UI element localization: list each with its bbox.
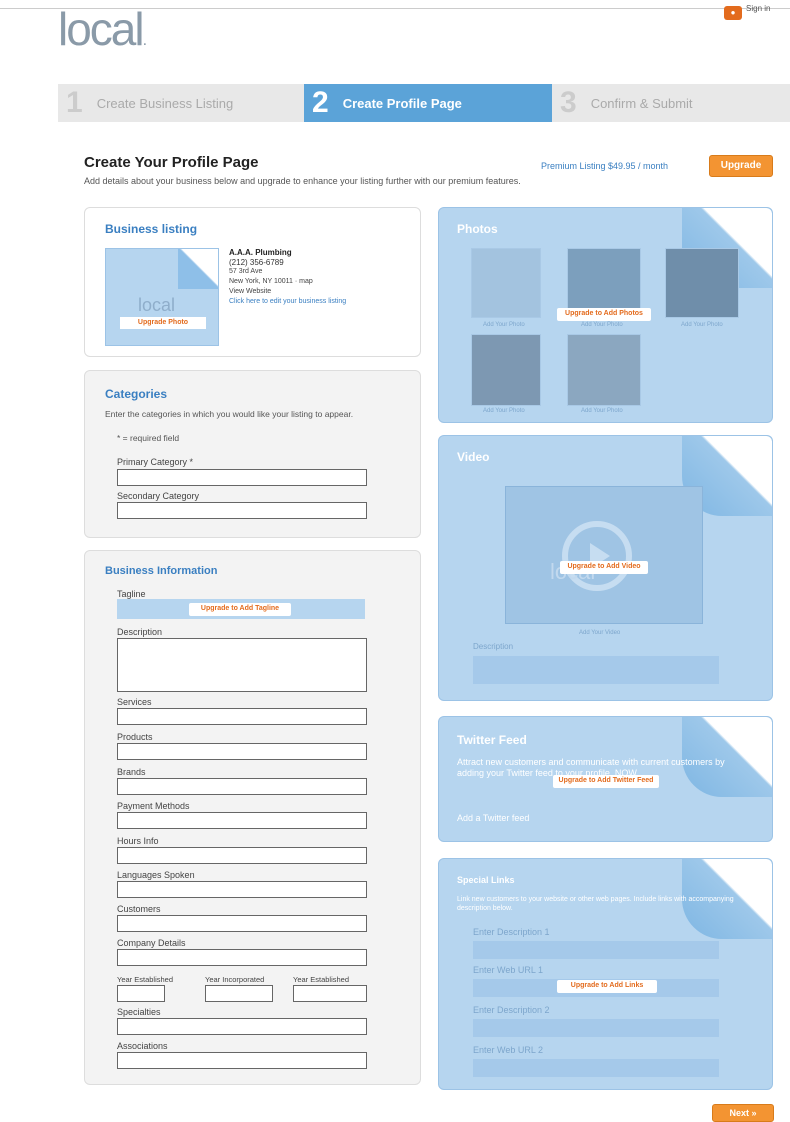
specialties-field[interactable]	[117, 1018, 367, 1035]
signin-link[interactable]: Sign in	[746, 4, 770, 13]
add-twitter-link[interactable]: Add a Twitter feed	[457, 813, 529, 823]
step-2[interactable]: 2 Create Profile Page	[304, 84, 552, 122]
upgrade-twitter-button[interactable]: Upgrade to Add Twitter Feed	[553, 775, 659, 788]
services-field[interactable]	[117, 708, 367, 725]
primary-category-label: Primary Category *	[117, 457, 194, 467]
business-listing-panel: Business listing local Upgrade Photo A.A…	[84, 207, 421, 357]
url2-label: Enter Web URL 2	[473, 1045, 544, 1055]
photos-panel: Photos Add Your Photo Add Your Photo Add…	[438, 207, 773, 423]
year-established-field[interactable]	[117, 985, 165, 1002]
business-address1: 57 3rd Ave	[229, 268, 263, 275]
listing-logo: local Upgrade Photo	[105, 248, 219, 346]
required-note: * = required field	[117, 433, 180, 443]
desc1-label: Enter Description 1	[473, 927, 550, 937]
user-icon[interactable]: ●	[724, 6, 742, 20]
special-links-intro: Link new customers to your website or ot…	[457, 896, 734, 912]
photo-thumb	[471, 334, 541, 406]
customers-label: Customers	[117, 904, 161, 914]
desc2-label: Enter Description 2	[473, 1005, 550, 1015]
payment-methods-field[interactable]	[117, 812, 367, 829]
photos-title: Photos	[457, 222, 498, 236]
business-address2: New York, NY 10011 · map	[229, 278, 313, 285]
business-listing-title: Business listing	[105, 222, 198, 236]
upgrade-tagline-button[interactable]: Upgrade to Add Tagline	[189, 603, 291, 616]
associations-label: Associations	[117, 1041, 168, 1051]
description-field[interactable]	[117, 638, 367, 692]
customers-field[interactable]	[117, 915, 367, 932]
languages-field[interactable]	[117, 881, 367, 898]
edit-listing-link[interactable]: Click here to edit your business listing	[229, 298, 346, 305]
year-established-2-label: Year Established	[293, 975, 350, 984]
next-button[interactable]: Next »	[712, 1104, 774, 1122]
company-details-label: Company Details	[117, 938, 186, 948]
primary-category-field[interactable]	[117, 469, 367, 486]
video-panel: Video local Upgrade to Add Video Add You…	[438, 435, 773, 701]
secondary-category-label: Secondary Category	[117, 491, 200, 501]
languages-label: Languages Spoken	[117, 870, 195, 880]
brands-field[interactable]	[117, 778, 367, 795]
business-phone: (212) 356-6789	[229, 258, 284, 267]
twitter-title: Twitter Feed	[457, 733, 527, 747]
video-title: Video	[457, 450, 490, 464]
secondary-category-field[interactable]	[117, 502, 367, 519]
upgrade-links-button[interactable]: Upgrade to Add Links	[557, 980, 657, 993]
url2-field	[473, 1059, 719, 1077]
services-label: Services	[117, 697, 152, 707]
business-info-panel: Business Information Tagline Upgrade to …	[84, 550, 421, 1085]
video-caption: Add Your Video	[579, 630, 621, 636]
year-established-label: Year Established	[117, 975, 174, 984]
view-website-link[interactable]: View Website	[229, 288, 271, 295]
categories-title: Categories	[105, 387, 168, 401]
upgrade-photos-button[interactable]: Upgrade to Add Photos	[557, 308, 651, 321]
year-incorporated-field[interactable]	[205, 985, 273, 1002]
upgrade-photo-button[interactable]: Upgrade Photo	[120, 317, 206, 329]
step-3[interactable]: 3 Confirm & Submit	[552, 84, 790, 122]
business-info-title: Business Information	[105, 565, 218, 577]
desc2-field	[473, 1019, 719, 1037]
photo-thumb	[665, 248, 739, 318]
year-incorporated-label: Year Incorporated	[205, 975, 265, 984]
upgrade-button[interactable]: Upgrade	[709, 155, 773, 177]
hours-info-label: Hours Info	[117, 836, 159, 846]
step-1[interactable]: 1 Create Business Listing	[58, 84, 304, 122]
page-subtitle: Add details about your business below an…	[84, 176, 521, 186]
brands-label: Brands	[117, 767, 146, 777]
photo-thumb	[471, 248, 541, 318]
twitter-panel: Twitter Feed Attract new customers and c…	[438, 716, 773, 842]
categories-panel: Categories Enter the categories in which…	[84, 370, 421, 538]
hours-info-field[interactable]	[117, 847, 367, 864]
tagline-label: Tagline	[117, 589, 146, 599]
video-description-field	[473, 656, 719, 684]
description-label: Description	[117, 627, 163, 637]
specialties-label: Specialties	[117, 1007, 161, 1017]
special-links-panel: Special Links Link new customers to your…	[438, 858, 773, 1090]
upgrade-video-button[interactable]: Upgrade to Add Video	[560, 561, 648, 574]
photo-thumb	[567, 334, 641, 406]
associations-field[interactable]	[117, 1052, 367, 1069]
products-label: Products	[117, 732, 153, 742]
company-details-field[interactable]	[117, 949, 367, 966]
desc1-field	[473, 941, 719, 959]
page-title: Create Your Profile Page	[84, 154, 259, 171]
year-established-2-field[interactable]	[293, 985, 367, 1002]
products-field[interactable]	[117, 743, 367, 760]
video-placeholder: local Upgrade to Add Video	[505, 486, 703, 624]
progress-steps: 1 Create Business Listing 2 Create Profile…	[58, 84, 790, 122]
payment-methods-label: Payment Methods	[117, 801, 190, 811]
video-description-label: Description	[473, 642, 514, 651]
premium-price[interactable]: Premium Listing $49.95 / month	[541, 161, 668, 171]
business-name: A.A.A. Plumbing	[229, 248, 292, 257]
url1-label: Enter Web URL 1	[473, 965, 544, 975]
logo[interactable]: local.	[58, 2, 148, 56]
categories-intro: Enter the categories in which you would …	[105, 409, 354, 419]
special-links-title: Special Links	[457, 875, 515, 885]
